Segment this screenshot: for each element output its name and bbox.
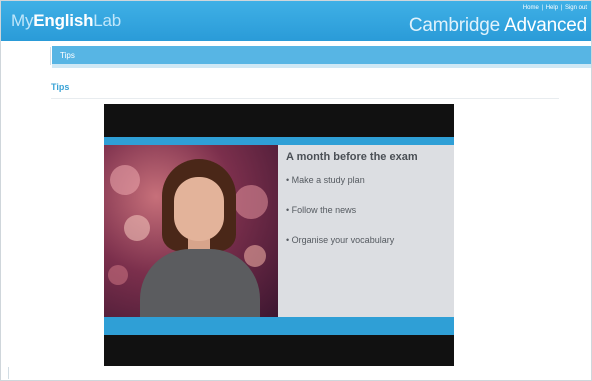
presenter-shirt [140,249,260,317]
app-header: MyEnglishLab Home | Help | Sign out Camb… [1,1,591,41]
bokeh-light [244,245,266,267]
slide-content: A month before the exam • Make a study p… [286,151,454,265]
video-player[interactable]: A month before the exam • Make a study p… [104,104,454,366]
presenter-image [104,145,278,317]
video-frame: A month before the exam • Make a study p… [104,137,454,335]
sign-out-link[interactable]: Sign out [565,5,587,11]
home-link[interactable]: Home [523,5,539,11]
myenglishlab-logo[interactable]: MyEnglishLab [11,11,121,31]
slide-top-bar [104,137,454,145]
bokeh-light [234,185,268,219]
section-sub-band [52,64,591,68]
logo-suffix: Lab [93,11,122,30]
left-border-mark [8,367,9,379]
help-link[interactable]: Help [546,5,558,11]
top-links: Home | Help | Sign out [522,5,587,11]
product-title-bold: Advanced [504,15,587,36]
slide-bullet: • Make a study plan [286,175,365,185]
logo-prefix: My [11,11,34,30]
slide-heading: A month before the exam [286,151,418,163]
bokeh-light [124,215,150,241]
presenter-face [174,177,224,241]
section-bar-tab-tips[interactable]: Tips [60,51,75,60]
bokeh-light [110,165,140,195]
section-bar: Tips [52,46,591,64]
slide-bullet: • Follow the news [286,205,357,215]
logo-middle: English [33,11,94,30]
bokeh-light [108,265,128,285]
heading-divider [51,98,559,99]
slide-bullet: • Organise your vocabulary [286,235,395,245]
product-title: Cambridge Advanced [409,15,587,37]
page-title: Tips [51,82,70,92]
product-title-thin: Cambridge [408,15,501,36]
slide-bottom-bar [104,317,454,335]
